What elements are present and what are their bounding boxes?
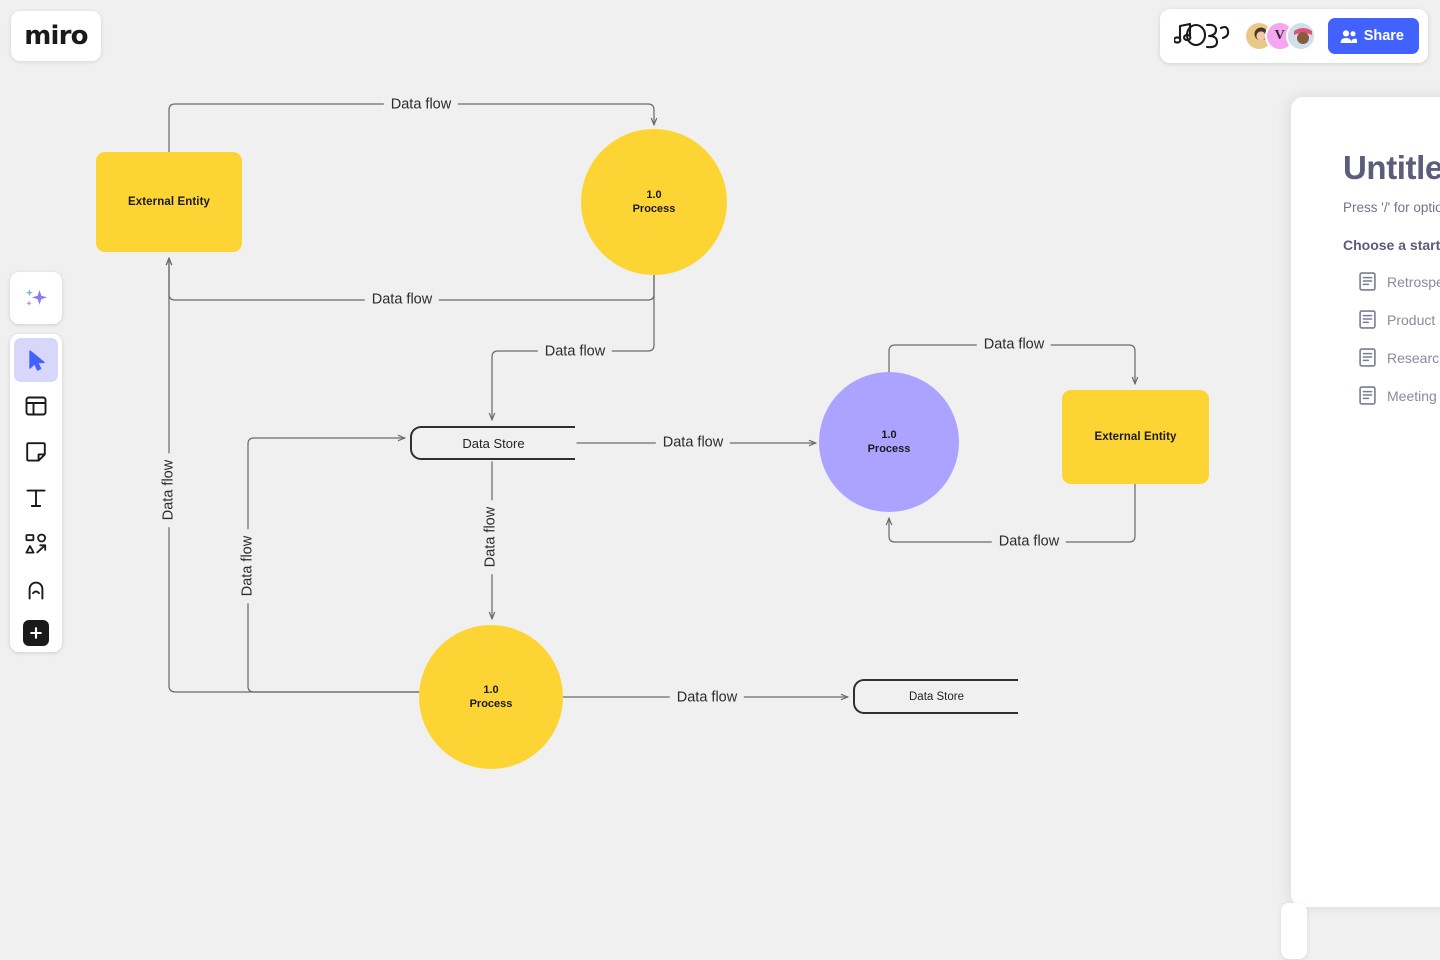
- edge-label-8: Data flow: [239, 528, 257, 604]
- music-doodle-icon[interactable]: [1173, 19, 1230, 53]
- node-process-3[interactable]: 1.0 Process: [419, 625, 563, 769]
- people-icon: [1340, 29, 1357, 43]
- document-icon: [1359, 272, 1376, 291]
- document-hint: Press '/' for options: [1343, 200, 1440, 215]
- edge-label-10: Data flow: [669, 689, 745, 707]
- tool-shapes[interactable]: [14, 522, 58, 566]
- edge-label-2: Data flow: [364, 291, 440, 309]
- node-external-entity-2[interactable]: External Entity: [1062, 390, 1209, 484]
- document-icon: [1359, 310, 1376, 329]
- doc-template-label: Research Synthesis: [1387, 349, 1440, 366]
- pen-icon: [28, 581, 44, 600]
- doc-template-meeting-notes[interactable]: Meeting Notes: [1359, 386, 1440, 405]
- node-data-store-2[interactable]: Data Store: [853, 679, 1018, 714]
- process-number: 1.0: [646, 189, 662, 201]
- document-title[interactable]: Untitled: [1343, 149, 1440, 187]
- tool-text[interactable]: [14, 476, 58, 520]
- edge-label-1: Data flow: [383, 96, 459, 114]
- avatar-photo-3: [1287, 23, 1314, 49]
- document-icon: [1359, 348, 1376, 367]
- node-label: Data Store: [909, 690, 964, 703]
- tool-select[interactable]: [14, 338, 58, 382]
- tool-templates[interactable]: [14, 384, 58, 428]
- collaborator-avatar-3[interactable]: [1285, 21, 1316, 51]
- process-name: Process: [469, 698, 513, 710]
- document-panel[interactable]: Untitled Press '/' for options Choose a …: [1291, 97, 1440, 907]
- edge-label-7: Data flow: [160, 452, 178, 528]
- board-canvas[interactable]: External Entity 1.0 Process Data Store 1…: [0, 0, 1440, 960]
- tool-ai-assistant[interactable]: [10, 272, 62, 324]
- process-name: Process: [632, 203, 676, 215]
- top-right-toolbar: V Share: [1159, 9, 1428, 63]
- share-button-label: Share: [1363, 28, 1404, 44]
- doc-template-label: Retrospective: [1387, 273, 1440, 290]
- plus-icon: [30, 627, 42, 639]
- avatar-initial: V: [1274, 28, 1285, 43]
- process-name: Process: [867, 443, 911, 455]
- process-number: 1.0: [483, 684, 499, 696]
- node-process-2[interactable]: 1.0 Process: [819, 372, 959, 512]
- edge-label-6: Data flow: [991, 533, 1067, 551]
- document-icon: [1359, 386, 1376, 405]
- doc-template-label: Product Brief: [1387, 311, 1440, 328]
- doc-template-research-synthesis[interactable]: Research Synthesis: [1359, 348, 1440, 367]
- edge-label-4: Data flow: [655, 434, 731, 452]
- share-button[interactable]: Share: [1327, 18, 1419, 54]
- diagram-connectors: [165, 103, 1139, 701]
- tool-sticky-note[interactable]: [14, 430, 58, 474]
- left-toolbar: [10, 334, 62, 652]
- shapes-connector-icon: [25, 533, 47, 554]
- node-label: External Entity: [1094, 431, 1177, 443]
- doc-template-retrospective[interactable]: Retrospective: [1359, 272, 1440, 291]
- edge-label-3: Data flow: [537, 343, 613, 361]
- process-number: 1.0: [881, 429, 897, 441]
- node-label: Data Store: [462, 435, 525, 451]
- miro-logo-text: miro: [24, 21, 88, 51]
- sticky-note-icon: [26, 442, 46, 462]
- node-process-1[interactable]: 1.0 Process: [581, 129, 727, 275]
- edge-label-9: Data flow: [482, 499, 500, 575]
- cursor-select-icon: [28, 349, 45, 371]
- edge-label-5: Data flow: [976, 336, 1052, 354]
- text-icon: [26, 489, 46, 507]
- node-data-store-1[interactable]: Data Store: [410, 426, 575, 460]
- doc-template-product-brief[interactable]: Product Brief: [1359, 310, 1440, 329]
- document-subheading: Choose a starting point: [1343, 237, 1440, 253]
- node-label: External Entity: [127, 196, 211, 208]
- miro-logo[interactable]: miro: [11, 11, 101, 61]
- sparkle-ai-icon: [25, 289, 47, 307]
- tool-pen[interactable]: [14, 568, 58, 612]
- miro-board-app: External Entity 1.0 Process Data Store 1…: [0, 0, 1440, 960]
- templates-grid-icon: [25, 396, 47, 416]
- node-external-entity-1[interactable]: External Entity: [96, 152, 242, 252]
- collaborator-avatars: V: [1243, 21, 1316, 51]
- doc-template-label: Meeting Notes: [1387, 387, 1440, 404]
- bottom-right-panel-tab[interactable]: [1281, 903, 1307, 959]
- tool-more[interactable]: [23, 620, 49, 646]
